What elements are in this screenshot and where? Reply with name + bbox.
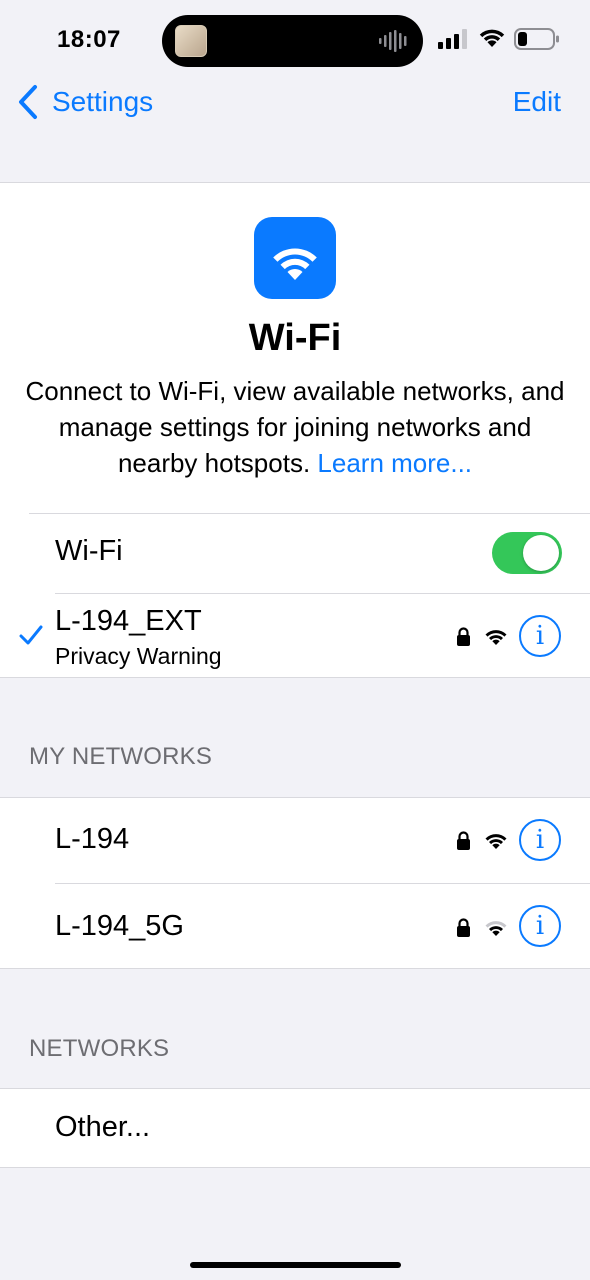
network-row[interactable]: L-194_5G i [0,883,590,969]
page-description: Connect to Wi-Fi, view available network… [20,373,570,481]
divider [0,677,590,678]
back-button[interactable]: Settings [16,80,153,124]
wifi-info-card: Wi-Fi Connect to Wi-Fi, view available n… [0,182,590,513]
battery-icon [514,28,559,50]
divider [55,883,590,884]
my-networks-header: MY NETWORKS [29,743,213,770]
divider [55,593,590,594]
wifi-icon [273,248,317,280]
chevron-left-icon [19,85,37,119]
divider [0,1167,590,1168]
info-button[interactable]: i [519,615,561,657]
learn-more-link[interactable]: Learn more... [317,448,472,478]
divider [0,797,590,798]
home-indicator[interactable] [190,1262,401,1268]
current-network-row[interactable]: L-194_EXT Privacy Warning i [0,593,590,678]
privacy-warning-text: Privacy Warning [55,643,222,669]
networks-header: NETWORKS [29,1035,170,1062]
network-row[interactable]: L-194 i [0,797,590,883]
lock-icon [457,627,470,646]
wifi-app-icon [254,217,336,299]
other-network-row[interactable]: Other... [0,1088,590,1168]
audio-waveform-icon [379,30,407,52]
network-name: L-194 [55,823,130,855]
description-text: Connect to Wi-Fi, view available network… [25,376,565,478]
lock-icon [457,918,470,937]
wifi-toggle-row: Wi-Fi [0,513,590,593]
page-title: Wi-Fi [248,317,342,359]
wifi-settings-screen: 18:07 Settings Edit Wi-Fi Connect to Wi-… [0,0,590,1280]
lock-icon [457,831,470,850]
status-time: 18:07 [57,26,121,53]
checkmark-icon [19,625,43,645]
info-icon: i [535,825,545,855]
divider [0,968,590,969]
info-button[interactable]: i [519,905,561,947]
dynamic-island[interactable] [162,15,423,67]
toggle-knob [523,535,559,571]
current-network-name: L-194_EXT [55,605,202,637]
wifi-toggle-switch[interactable] [492,532,562,574]
wifi-icon [479,29,505,47]
wifi-signal-weak-icon [485,921,507,936]
divider [29,513,590,514]
edit-button[interactable]: Edit [513,86,561,118]
info-icon: i [535,621,545,651]
network-name: L-194_5G [55,910,184,942]
wifi-toggle-label: Wi-Fi [55,535,123,567]
divider [0,1088,590,1089]
info-icon: i [535,911,545,941]
status-bar: 18:07 [0,0,590,80]
wifi-signal-icon [485,834,507,849]
info-button[interactable]: i [519,819,561,861]
wifi-signal-icon [485,630,507,645]
other-network-label: Other... [55,1111,151,1143]
now-playing-artwork [175,25,207,57]
cellular-signal-icon [438,29,467,49]
back-button-label: Settings [52,86,154,117]
